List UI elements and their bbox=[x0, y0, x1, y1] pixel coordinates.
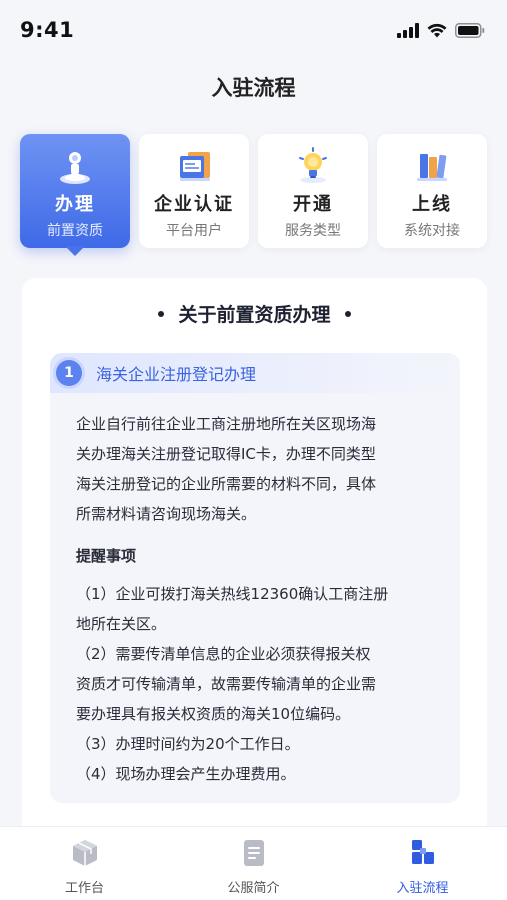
tab-label: 公服简介 bbox=[227, 881, 280, 896]
step-subtitle: 系统对接 bbox=[404, 223, 460, 239]
blocks-icon bbox=[411, 840, 434, 864]
content-card: 关于前置资质办理 1 海关企业注册登记办理 企业自行前往企业工商注册地所在关区现… bbox=[22, 278, 487, 838]
step-subtitle: 平台用户 bbox=[166, 223, 222, 239]
procedure-item: 1 海关企业注册登记办理 企业自行前往企业工商注册地所在关区现场海 关办理海关注… bbox=[50, 353, 460, 803]
tab-workbench[interactable]: 工作台 bbox=[0, 827, 169, 900]
battery-icon bbox=[455, 22, 485, 38]
step-title: 办理 bbox=[55, 194, 95, 215]
step-title: 上线 bbox=[412, 194, 452, 215]
remind-line: 资质才可传输清单，故需要传输清单的企业需 bbox=[76, 675, 377, 693]
tab-public-service-intro[interactable]: 公服简介 bbox=[169, 827, 338, 900]
stamp-icon bbox=[60, 152, 90, 184]
tab-label: 工作台 bbox=[64, 881, 104, 896]
bottom-tab-bar: 工作台 公服简介 入驻流程 bbox=[0, 826, 507, 900]
section-title-text: 关于前置资质办理 bbox=[178, 304, 331, 326]
step-title: 企业认证 bbox=[154, 194, 234, 215]
remind-line: （1）企业可拨打海关热线12360确认工商注册 bbox=[76, 585, 389, 603]
status-time: 9:41 bbox=[20, 18, 75, 42]
description: 企业自行前往企业工商注册地所在关区现场海 关办理海关注册登记取得IC卡，办理不同… bbox=[76, 409, 438, 529]
description-line: 所需材料请咨询现场海关。 bbox=[76, 505, 257, 523]
cube-icon bbox=[72, 840, 97, 866]
page-title: 入驻流程 bbox=[211, 76, 296, 100]
step-card-process[interactable]: 办理 前置资质 bbox=[20, 134, 130, 248]
remind-list: （1）企业可拨打海关热线12360确认工商注册 地所在关区。 （2）需要传清单信… bbox=[76, 579, 438, 789]
procedure-item-header: 1 海关企业注册登记办理 bbox=[50, 353, 460, 393]
section-title: 关于前置资质办理 bbox=[22, 300, 487, 327]
remind-line: （3）办理时间约为20个工作日。 bbox=[76, 735, 300, 753]
step-title: 开通 bbox=[293, 194, 333, 215]
step-subtitle: 服务类型 bbox=[285, 223, 341, 239]
description-line: 企业自行前往企业工商注册地所在关区现场海 bbox=[76, 415, 377, 433]
procedure-item-title: 海关企业注册登记办理 bbox=[96, 365, 257, 384]
signal-icon bbox=[397, 22, 419, 38]
document-icon bbox=[243, 840, 264, 866]
status-icons bbox=[397, 22, 485, 38]
step-subtitle: 前置资质 bbox=[47, 223, 103, 239]
certificate-icon bbox=[180, 152, 210, 181]
step-cards: 办理 前置资质 企业认证 平台用户 开通 服务类型 上线 系统对接 bbox=[20, 134, 488, 248]
remind-title: 提醒事项 bbox=[76, 547, 137, 565]
procedure-item-body: 企业自行前往企业工商注册地所在关区现场海 关办理海关注册登记取得IC卡，办理不同… bbox=[76, 409, 438, 789]
remind-line: （4）现场办理会产生办理费用。 bbox=[76, 765, 296, 783]
tab-label: 入驻流程 bbox=[396, 881, 449, 896]
remind-line: 地所在关区。 bbox=[76, 615, 167, 633]
status-bar: 9:41 bbox=[0, 0, 507, 60]
title-dot-left bbox=[158, 310, 165, 317]
step-card-enterprise-cert[interactable]: 企业认证 平台用户 bbox=[139, 134, 249, 248]
wifi-icon bbox=[427, 23, 447, 37]
remind-line: 要办理具有报关权资质的海关10位编码。 bbox=[76, 705, 351, 723]
tab-onboarding-process[interactable]: 入驻流程 bbox=[338, 827, 507, 900]
remind-line: （2）需要传清单信息的企业必须获得报关权 bbox=[76, 645, 371, 663]
step-card-activate[interactable]: 开通 服务类型 bbox=[258, 134, 368, 248]
step-card-go-live[interactable]: 上线 系统对接 bbox=[377, 134, 487, 248]
active-step-pointer bbox=[65, 246, 85, 256]
description-line: 海关注册登记的企业所需要的材料不同，具体 bbox=[76, 475, 377, 493]
books-icon bbox=[417, 154, 447, 181]
lightbulb-icon bbox=[299, 147, 327, 183]
description-line: 关办理海关注册登记取得IC卡，办理不同类型 bbox=[76, 445, 376, 463]
title-dot-right bbox=[344, 310, 351, 317]
step-number-badge: 1 bbox=[56, 360, 82, 386]
